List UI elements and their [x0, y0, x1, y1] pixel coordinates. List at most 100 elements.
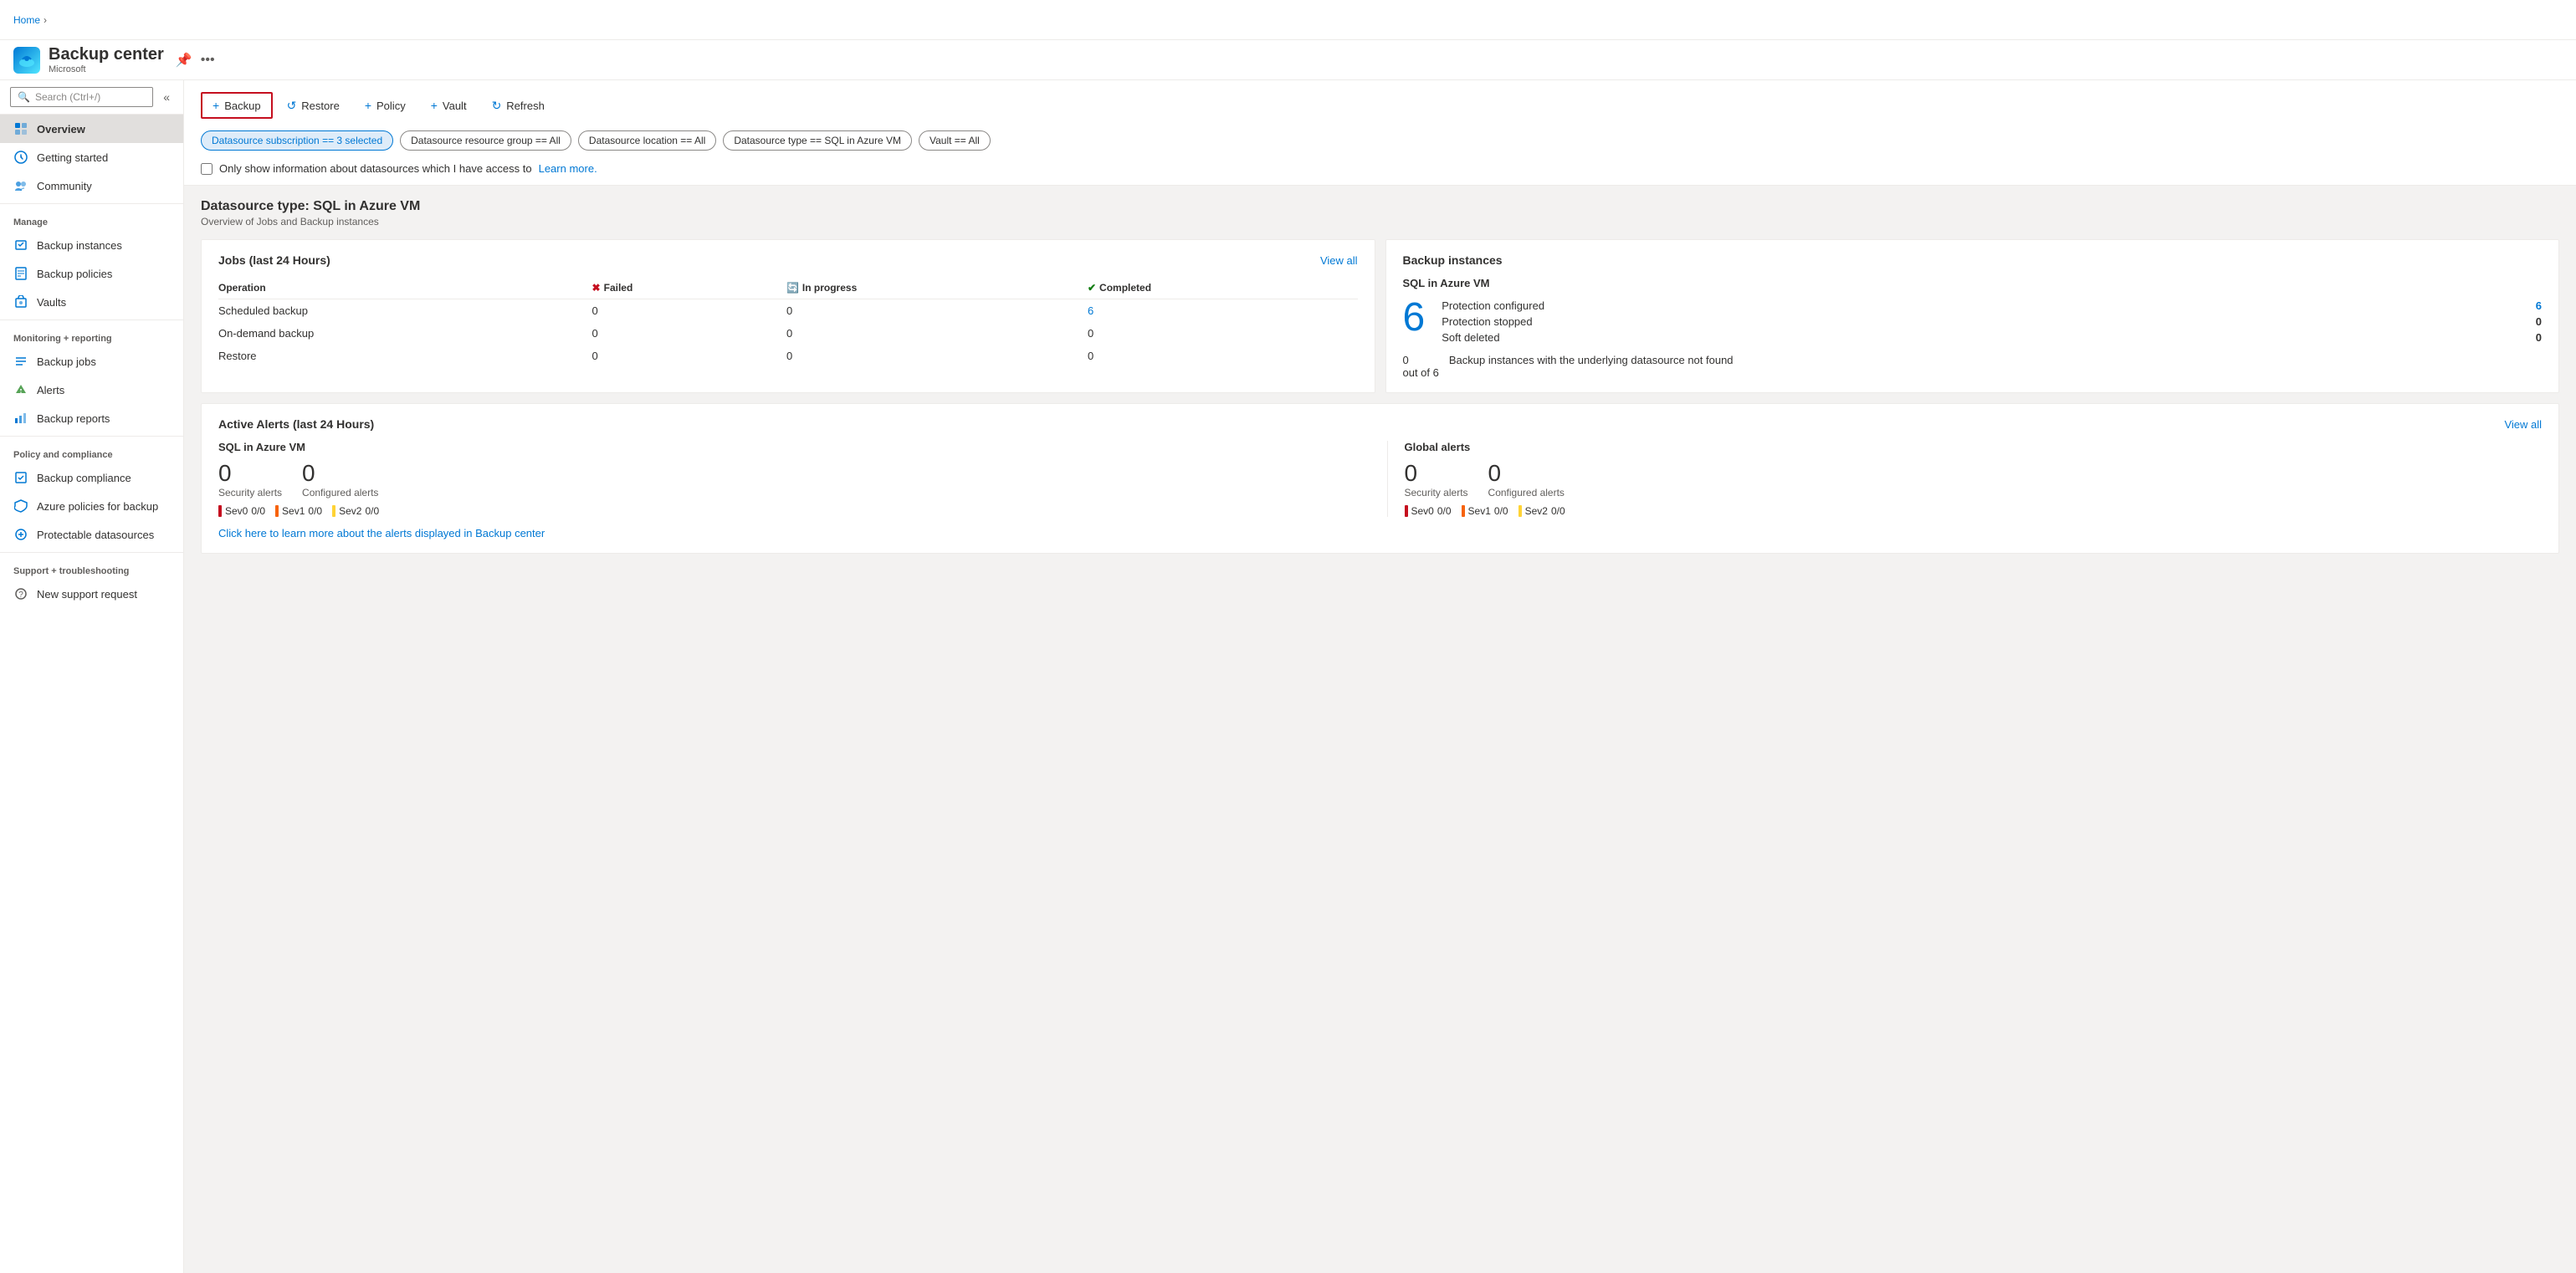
- filter-resource-group[interactable]: Datasource resource group == All: [400, 130, 571, 151]
- sidebar-item-protectable-datasources[interactable]: Protectable datasources: [0, 520, 183, 549]
- bi-stats: Protection configured 6 Protection stopp…: [1442, 298, 2542, 345]
- backup-jobs-icon: [13, 354, 28, 369]
- filter-location[interactable]: Datasource location == All: [578, 130, 716, 151]
- policy-button[interactable]: + Policy: [354, 93, 417, 118]
- filters-row: Datasource subscription == 3 selected Da…: [201, 124, 2559, 157]
- alerts-global-severity-row: Sev0 0/0 Sev1 0/0 Sev2 0/0: [1405, 505, 2543, 517]
- sidebar-item-backup-compliance[interactable]: Backup compliance: [0, 463, 183, 492]
- alerts-global-sev2: Sev2 0/0: [1518, 505, 1565, 517]
- alerts-card: Active Alerts (last 24 Hours) View all S…: [201, 403, 2559, 554]
- sidebar-item-alerts[interactable]: Alerts: [0, 376, 183, 404]
- divider-support: [0, 552, 183, 553]
- alerts-sql-sev1: Sev1 0/0: [275, 505, 322, 517]
- row-restore-inprogress: 0: [780, 345, 1081, 367]
- alerts-global-sev0: Sev0 0/0: [1405, 505, 1452, 517]
- protectable-datasources-icon: [13, 527, 28, 542]
- backup-button[interactable]: + Backup: [201, 92, 273, 119]
- divider-policy: [0, 436, 183, 437]
- sidebar-item-backup-policies[interactable]: Backup policies: [0, 259, 183, 288]
- backup-compliance-label: Backup compliance: [37, 472, 131, 484]
- alerts-global-counts: 0 Security alerts 0 Configured alerts: [1405, 460, 2543, 498]
- refresh-button[interactable]: ↻ Refresh: [481, 93, 556, 119]
- search-box[interactable]: 🔍 Search (Ctrl+/): [10, 87, 153, 107]
- policy-button-label: Policy: [376, 100, 406, 112]
- backup-instances-icon: [13, 238, 28, 253]
- vault-button[interactable]: + Vault: [420, 93, 478, 118]
- row-ondemand-op: On-demand backup: [218, 322, 586, 345]
- alerts-global-configured: 0 Configured alerts: [1488, 460, 1565, 498]
- alerts-icon: [13, 382, 28, 397]
- collapse-button[interactable]: «: [160, 87, 173, 107]
- bi-footer-count: 0 out of 6: [1403, 354, 1439, 379]
- alerts-sql-configured-label: Configured alerts: [302, 487, 378, 498]
- bi-footer-description: Backup instances with the underlying dat…: [1449, 354, 1734, 366]
- jobs-view-all[interactable]: View all: [1320, 254, 1358, 267]
- sidebar-item-azure-policies[interactable]: Azure policies for backup: [0, 492, 183, 520]
- table-row: Scheduled backup 0 0 6: [218, 299, 1358, 323]
- alerts-sql-configured: 0 Configured alerts: [302, 460, 378, 498]
- sev0-value-sql: 0/0: [251, 505, 265, 517]
- alerts-learn-more-link[interactable]: Click here to learn more about the alert…: [218, 527, 545, 539]
- overview-icon: [13, 121, 28, 136]
- ellipsis-menu[interactable]: •••: [201, 53, 215, 68]
- backup-instances-title: Backup instances: [1403, 253, 1503, 267]
- filter-vault[interactable]: Vault == All: [919, 130, 991, 151]
- sidebar-item-backup-reports[interactable]: Backup reports: [0, 404, 183, 432]
- app-icon: [13, 47, 40, 74]
- refresh-button-label: Refresh: [506, 100, 545, 112]
- row-scheduled-completed[interactable]: 6: [1081, 299, 1358, 323]
- sev2-label-sql: Sev2: [339, 505, 361, 517]
- sidebar-item-new-support[interactable]: ? New support request: [0, 580, 183, 608]
- bi-value-protection-configured[interactable]: 6: [2536, 299, 2542, 312]
- alerts-global-security: 0 Security alerts: [1405, 460, 1468, 498]
- bi-content: 6 Protection configured 6 Protection sto…: [1403, 298, 2543, 345]
- sidebar-getting-started-label: Getting started: [37, 151, 108, 164]
- alerts-view-all[interactable]: View all: [2504, 418, 2542, 431]
- backup-policies-label: Backup policies: [37, 268, 112, 280]
- toolbar: + Backup ↺ Restore + Policy + Vault ↻: [201, 87, 2559, 124]
- breadcrumb[interactable]: Home ›: [13, 11, 47, 29]
- sev2-bar-global: [1518, 505, 1522, 517]
- breadcrumb-home[interactable]: Home: [13, 14, 40, 26]
- new-support-icon: ?: [13, 586, 28, 601]
- restore-button[interactable]: ↺ Restore: [276, 93, 351, 119]
- filter-subscription[interactable]: Datasource subscription == 3 selected: [201, 130, 393, 151]
- search-row: 🔍 Search (Ctrl+/) «: [0, 80, 183, 115]
- bi-total-number: 6: [1403, 298, 1426, 338]
- jobs-table: Operation ✖ Failed 🔄: [218, 277, 1358, 367]
- sidebar-item-community[interactable]: Community: [0, 171, 183, 200]
- alerts-card-title: Active Alerts (last 24 Hours): [218, 417, 374, 431]
- row-scheduled-failed: 0: [586, 299, 780, 323]
- sidebar-item-backup-jobs[interactable]: Backup jobs: [0, 347, 183, 376]
- search-icon: 🔍: [18, 91, 30, 103]
- sidebar-item-overview[interactable]: Overview: [0, 115, 183, 143]
- azure-policies-label: Azure policies for backup: [37, 500, 158, 513]
- app-subtitle: Microsoft: [49, 64, 164, 74]
- row-scheduled-inprogress: 0: [780, 299, 1081, 323]
- svg-text:?: ?: [18, 590, 23, 600]
- sev0-value-global: 0/0: [1437, 505, 1452, 517]
- sev1-label-sql: Sev1: [282, 505, 305, 517]
- datasource-subtitle: Overview of Jobs and Backup instances: [201, 216, 2559, 228]
- sidebar-item-vaults[interactable]: Vaults: [0, 288, 183, 316]
- backup-button-label: Backup: [224, 100, 260, 112]
- alerts-global-security-count: 0: [1405, 460, 1468, 487]
- row-ondemand-failed: 0: [586, 322, 780, 345]
- learn-more-link[interactable]: Learn more.: [539, 162, 597, 175]
- sev1-label-global: Sev1: [1468, 505, 1491, 517]
- backup-compliance-icon: [13, 470, 28, 485]
- row-scheduled-op: Scheduled backup: [218, 299, 586, 323]
- bi-label-soft-deleted: Soft deleted: [1442, 331, 1499, 344]
- backup-instances-card: Backup instances SQL in Azure VM 6 Prote…: [1385, 239, 2560, 393]
- sidebar-item-getting-started[interactable]: Getting started: [0, 143, 183, 171]
- top-bar: Home ›: [0, 0, 2576, 40]
- sev0-label-sql: Sev0: [225, 505, 248, 517]
- new-support-label: New support request: [37, 588, 137, 601]
- filter-type[interactable]: Datasource type == SQL in Azure VM: [723, 130, 912, 151]
- sidebar-item-backup-instances[interactable]: Backup instances: [0, 231, 183, 259]
- pin-icon[interactable]: 📌: [176, 52, 192, 69]
- azure-policies-icon: [13, 498, 28, 514]
- datasource-access-checkbox[interactable]: [201, 163, 213, 175]
- bi-label-protection-stopped: Protection stopped: [1442, 315, 1532, 328]
- jobs-card-title: Jobs (last 24 Hours): [218, 253, 330, 267]
